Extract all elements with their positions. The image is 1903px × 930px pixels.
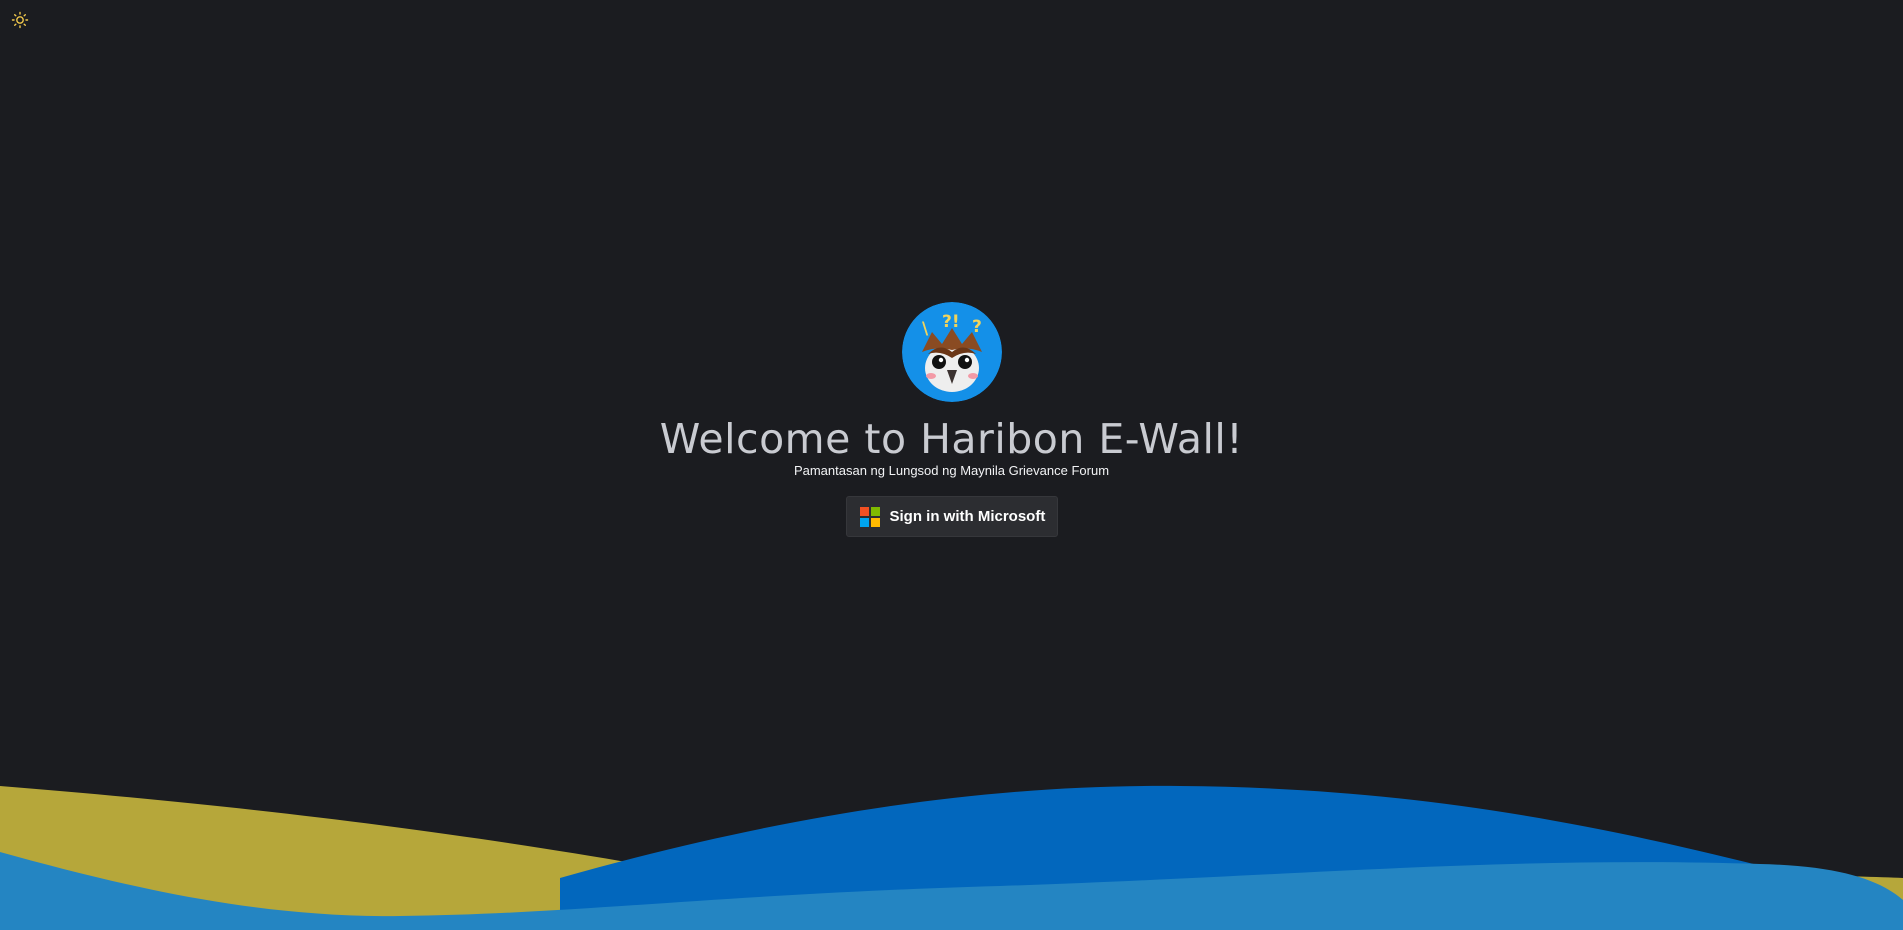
theme-toggle-button[interactable] <box>11 11 29 29</box>
sun-icon <box>11 11 29 29</box>
svg-text:?: ? <box>972 317 982 337</box>
page-subtitle: Pamantasan ng Lungsod ng Maynila Grievan… <box>793 463 1110 478</box>
sign-in-label: Sign in with Microsoft <box>889 508 1046 525</box>
svg-text:\: \ <box>922 319 929 339</box>
owl-mascot-logo: \ ?! ? <box>901 302 1002 402</box>
sign-in-with-microsoft-button[interactable]: Sign in with Microsoft <box>845 496 1058 537</box>
owl-mascot-icon: \ ?! ? <box>901 302 1002 402</box>
decorative-waves <box>0 785 1903 930</box>
login-page: \ ?! ? Welcome to Haribon E-Wall! Pamant… <box>0 0 1903 930</box>
microsoft-logo-icon <box>859 506 880 527</box>
welcome-panel: \ ?! ? Welcome to Haribon E-Wall! Pamant… <box>0 302 1903 537</box>
page-title: Welcome to Haribon E-Wall! <box>659 415 1244 463</box>
svg-text:?!: ?! <box>942 312 960 332</box>
